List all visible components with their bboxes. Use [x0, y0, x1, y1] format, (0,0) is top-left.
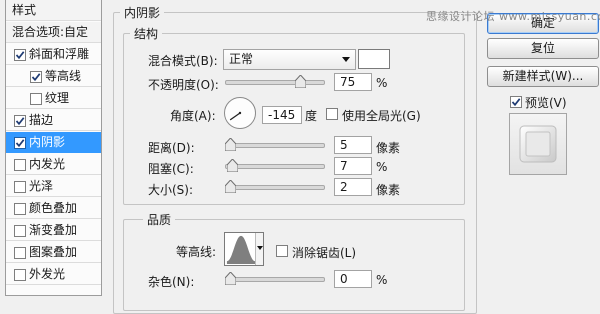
choke-slider-thumb[interactable] [227, 159, 238, 172]
style-item-checkbox[interactable] [30, 71, 42, 83]
new-style-button[interactable]: 新建样式(W)... [487, 66, 599, 87]
distance-unit: 像素 [376, 141, 401, 155]
style-item[interactable]: 内阴影 [6, 132, 101, 153]
style-item[interactable]: 内发光 [6, 154, 101, 175]
anti-alias-checkbox[interactable] [276, 245, 288, 257]
preview-label: 预览(V) [525, 96, 567, 110]
style-item-checkbox[interactable] [14, 181, 26, 193]
style-item[interactable]: 颜色叠加 [6, 198, 101, 219]
quality-group [123, 219, 465, 311]
blend-mode-label: 混合模式(B): [148, 54, 218, 68]
dropdown-arrow-icon [342, 57, 350, 62]
style-item-checkbox[interactable] [30, 93, 42, 105]
style-preview-thumbnail [509, 113, 567, 175]
opacity-slider[interactable] [225, 75, 325, 88]
contour-curve-icon [226, 235, 256, 264]
opacity-label: 不透明度(O): [148, 78, 219, 92]
noise-input[interactable]: 0 [334, 270, 372, 288]
style-item[interactable]: 渐变叠加 [6, 220, 101, 241]
noise-slider-thumb[interactable] [225, 272, 236, 285]
preview-checkbox[interactable] [510, 96, 522, 108]
shadow-color-swatch[interactable] [358, 49, 390, 69]
opacity-slider-thumb[interactable] [294, 75, 306, 88]
distance-slider[interactable] [225, 138, 325, 151]
quality-title: 品质 [143, 211, 176, 228]
style-item-label: 样式 [12, 3, 37, 17]
distance-slider-thumb[interactable] [225, 138, 236, 151]
style-item[interactable]: 等高线 [6, 66, 101, 87]
choke-unit: % [376, 160, 388, 174]
angle-label: 角度(A): [170, 109, 216, 123]
style-item-label: 等高线 [45, 69, 82, 83]
anti-alias-label: 消除锯齿(L) [292, 246, 357, 260]
style-item-checkbox[interactable] [14, 247, 26, 259]
style-item-checkbox[interactable] [14, 137, 26, 149]
style-item[interactable]: 样式 [6, 0, 101, 21]
size-slider-thumb[interactable] [225, 180, 236, 193]
distance-input[interactable]: 5 [334, 136, 372, 154]
structure-title: 结构 [130, 25, 163, 42]
angle-unit: 度 [305, 109, 318, 123]
global-light-label: 使用全局光(G) [342, 109, 421, 123]
style-item-label: 纹理 [45, 91, 70, 105]
style-item[interactable]: 图案叠加 [6, 242, 101, 263]
opacity-unit: % [376, 76, 388, 90]
inner-shadow-title: 内阴影 [120, 4, 165, 21]
style-item-label: 斜面和浮雕 [29, 47, 90, 61]
layer-style-list: 样式混合选项:自定斜面和浮雕等高线纹理描边内阴影内发光光泽颜色叠加渐变叠加图案叠… [5, 0, 102, 296]
choke-input[interactable]: 7 [334, 157, 372, 175]
style-item-checkbox[interactable] [14, 225, 26, 237]
blend-mode-select[interactable]: 正常 [223, 49, 356, 70]
style-item-label: 渐变叠加 [29, 223, 78, 237]
style-item-label: 颜色叠加 [29, 201, 78, 215]
style-item-checkbox[interactable] [14, 203, 26, 215]
style-item[interactable]: 纹理 [6, 88, 101, 109]
noise-unit: % [376, 273, 388, 287]
choke-slider[interactable] [225, 159, 325, 172]
style-item-label: 描边 [29, 113, 54, 127]
global-light-checkbox[interactable] [326, 108, 338, 120]
style-item[interactable]: 光泽 [6, 176, 101, 197]
noise-slider[interactable] [225, 272, 325, 285]
contour-picker[interactable] [224, 232, 264, 266]
blend-mode-value: 正常 [229, 52, 254, 66]
angle-input[interactable]: -145 [262, 106, 302, 124]
style-item-label: 混合选项:自定 [12, 25, 89, 39]
style-item-checkbox[interactable] [14, 49, 26, 61]
style-item-label: 图案叠加 [29, 245, 78, 259]
style-item-label: 内发光 [29, 157, 66, 171]
contour-label: 等高线: [176, 245, 217, 259]
style-item[interactable]: 斜面和浮雕 [6, 44, 101, 65]
size-unit: 像素 [376, 183, 401, 197]
style-item-checkbox[interactable] [14, 115, 26, 127]
size-input[interactable]: 2 [334, 178, 372, 196]
style-item-label: 内阴影 [29, 135, 66, 149]
contour-dropdown-arrow-icon[interactable] [255, 233, 263, 265]
reset-button[interactable]: 复位 [487, 38, 599, 59]
opacity-input[interactable]: 75 [334, 73, 372, 91]
style-item[interactable]: 描边 [6, 110, 101, 131]
choke-label: 阻塞(C): [148, 162, 194, 176]
style-item-label: 光泽 [29, 179, 54, 193]
angle-dial[interactable] [223, 96, 257, 130]
style-item[interactable]: 混合选项:自定 [6, 22, 101, 43]
style-item-label: 外发光 [29, 267, 66, 281]
style-item[interactable]: 外发光 [6, 264, 101, 285]
size-label: 大小(S): [148, 183, 194, 197]
noise-label: 杂色(N): [148, 275, 195, 289]
preview-square-icon [519, 125, 557, 163]
size-slider[interactable] [225, 180, 325, 193]
style-item-checkbox[interactable] [14, 269, 26, 281]
distance-label: 距离(D): [148, 141, 195, 155]
watermark-text: 思缘设计论坛 www.missyuan.com [426, 10, 600, 23]
style-item-checkbox[interactable] [14, 159, 26, 171]
